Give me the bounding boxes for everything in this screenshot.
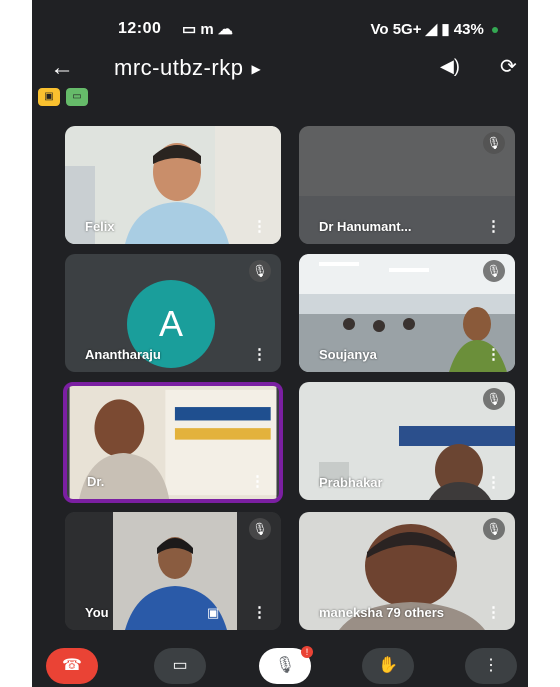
phone-hangup-icon: ☎ — [62, 657, 82, 674]
camera-off-chip-icon: ▣ — [38, 88, 60, 106]
hand-icon: ✋ — [378, 657, 398, 674]
participant-tile-dr-active[interactable]: Dr. ⋮ — [63, 382, 283, 503]
meeting-header: ← mrc-utbz-rkp ▶ ◀) ⟳ — [32, 50, 528, 86]
privacy-dot-icon — [492, 27, 498, 34]
mic-off-icon: 🎙 — [483, 518, 505, 540]
mic-off-icon: 🎙 — [274, 657, 296, 674]
participant-tile-others[interactable]: 🎙 maneksha 79 others ⋮ — [299, 512, 515, 630]
vertical-dots-icon: ⋮ — [483, 657, 499, 674]
network-label: Vo 5G+ — [370, 21, 422, 38]
status-time: 12:00 — [118, 20, 162, 37]
status-bar: 12:00 ▭ m ☁ Vo 5G+ ◢ ▮ 43% — [32, 0, 528, 50]
meet-screen: 12:00 ▭ m ☁ Vo 5G+ ◢ ▮ 43% ← mrc-utbz-rk… — [32, 0, 528, 687]
raise-hand-button[interactable]: ✋ — [362, 648, 414, 684]
camera-toggle-button[interactable]: ▭ — [154, 648, 206, 684]
signal-icon: ◢ — [425, 21, 438, 38]
battery-icon: ▮ — [441, 21, 450, 38]
battery-level: 43% — [453, 21, 484, 38]
participant-name: Dr. — [87, 474, 105, 489]
participant-tile-hanumant[interactable]: 🎙 Dr Hanumant... ⋮ — [299, 126, 515, 244]
status-right: Vo 5G+ ◢ ▮ 43% — [370, 20, 498, 38]
others-count: 79 others — [386, 605, 445, 620]
more-options-icon[interactable]: ⋮ — [486, 473, 501, 491]
participant-tile-felix[interactable]: Felix ⋮ — [65, 126, 281, 244]
mic-off-icon: 🎙 — [483, 132, 505, 154]
participant-tile-you[interactable]: 🎙 You ▣ ⋮ — [65, 512, 281, 630]
more-options-icon[interactable]: ⋮ — [486, 603, 501, 621]
more-options-icon[interactable]: ⋮ — [252, 217, 267, 235]
mic-warning-badge: ! — [301, 646, 313, 658]
caret-right-icon: ▶ — [251, 62, 262, 77]
more-options-icon[interactable]: ⋮ — [250, 472, 265, 490]
meeting-code-label: mrc-utbz-rkp — [114, 55, 244, 80]
participant-name: Felix — [85, 219, 115, 234]
more-options-icon[interactable]: ⋮ — [252, 603, 267, 621]
mic-off-icon: 🎙 — [249, 518, 271, 540]
participant-tile-prabhakar[interactable]: 🎙 Prabhakar ⋮ — [299, 382, 515, 500]
camera-switch-icon[interactable]: ⟳ — [500, 54, 517, 79]
more-options-icon[interactable]: ⋮ — [252, 345, 267, 363]
more-options-icon[interactable]: ⋮ — [486, 345, 501, 363]
self-view-icon[interactable]: ▣ — [207, 605, 219, 621]
participant-name-group: maneksha 79 others — [319, 605, 444, 620]
participant-name: Prabhakar — [319, 475, 383, 490]
call-controls: ☎ ▭ 🎙! ✋ ⋮ — [32, 640, 528, 687]
more-options-icon[interactable]: ⋮ — [486, 217, 501, 235]
participant-name: Soujanya — [319, 347, 377, 362]
video-camera-icon: ▭ — [172, 657, 188, 674]
participant-name: Dr Hanumant... — [319, 219, 412, 234]
notification-icons: ▭ m ☁ — [182, 21, 233, 38]
mic-off-icon: 🎙 — [483, 388, 505, 410]
mic-off-icon: 🎙 — [483, 260, 505, 282]
mic-off-icon: 🎙 — [249, 260, 271, 282]
meeting-code[interactable]: mrc-utbz-rkp ▶ — [114, 55, 261, 81]
participant-tile-soujanya[interactable]: 🎙 Soujanya ⋮ — [299, 254, 515, 372]
end-call-button[interactable]: ☎ — [46, 648, 98, 684]
participant-name: You — [85, 605, 109, 620]
participant-tile-anantharaju[interactable]: A 🎙 Anantharaju ⋮ — [65, 254, 281, 372]
participant-name: Anantharaju — [85, 347, 161, 362]
cast-chip-icon: ▭ — [66, 88, 88, 106]
participant-name: maneksha — [319, 605, 383, 620]
back-arrow-icon[interactable]: ← — [50, 54, 74, 82]
mic-toggle-button[interactable]: 🎙! — [259, 646, 313, 684]
more-options-button[interactable]: ⋮ — [465, 648, 517, 684]
speaker-icon[interactable]: ◀) — [440, 56, 460, 77]
